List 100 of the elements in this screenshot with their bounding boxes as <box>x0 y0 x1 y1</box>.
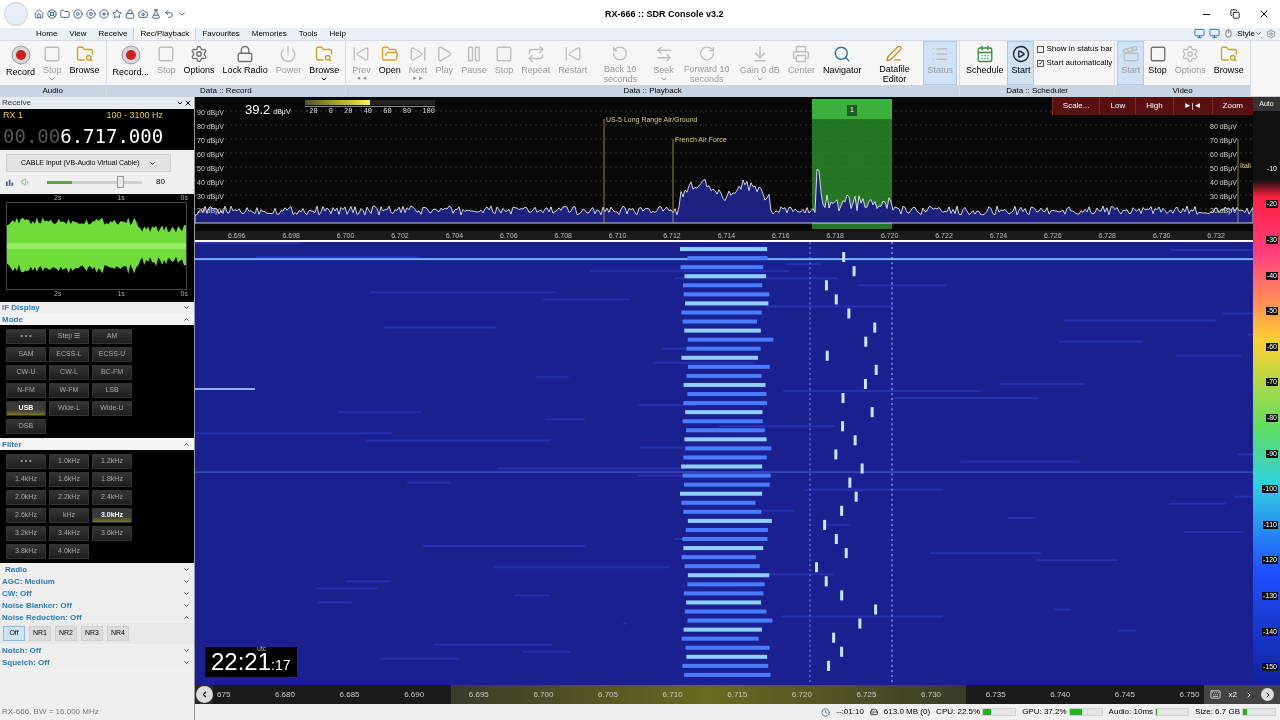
overview-scale[interactable]: 675 6.680 6.685 6.690 6.695 6.700 6.705 6.710 6.715 6.720 6.725 6.730 6.735 6.740 6.745 6.750 <box>213 685 1204 704</box>
menu-tab[interactable]: Help <box>323 27 352 40</box>
play-circle-icon[interactable] <box>73 9 83 19</box>
home-icon[interactable] <box>34 9 44 19</box>
seek-arrows-icon <box>654 45 673 63</box>
section-header[interactable]: Filter <box>0 439 194 450</box>
keyboard-icon[interactable] <box>1209 689 1221 700</box>
ribbon-button[interactable]: Start <box>1007 41 1035 85</box>
forward-icon <box>697 45 716 62</box>
clock-icon <box>821 707 831 717</box>
restart-icon <box>563 45 582 63</box>
frequency-prefix: 00.00 <box>3 123 61 149</box>
section-header[interactable]: Mode <box>0 314 194 325</box>
menu-tab[interactable]: Receive <box>92 27 134 40</box>
menu-tab[interactable]: Favourites <box>196 27 246 40</box>
flask-icon[interactable] <box>151 9 161 19</box>
ribbon-button[interactable]: Navigator <box>818 41 866 85</box>
style-menu[interactable]: Style <box>1237 27 1262 40</box>
close-icon[interactable] <box>1258 8 1270 20</box>
calendar-icon <box>975 45 994 63</box>
status-meter-label: Size: 6.7 GB <box>1195 706 1240 718</box>
plus-circle-icon[interactable] <box>99 9 109 19</box>
caret-icon <box>48 75 57 83</box>
close-icon[interactable] <box>184 99 192 107</box>
menu-tab[interactable]: Home <box>30 27 64 40</box>
status-time: --:01:10 <box>836 706 864 718</box>
drive-icon <box>869 708 878 716</box>
rewind-icon <box>611 45 630 62</box>
caret-icon[interactable] <box>176 99 184 107</box>
chevron-icon <box>183 441 190 448</box>
ribbon-button[interactable]: Stop <box>1144 41 1171 85</box>
chevron-icon <box>200 690 209 699</box>
undo-icon[interactable] <box>164 9 174 19</box>
caret-icon <box>320 75 329 83</box>
record-icon <box>120 45 141 65</box>
panel-header: Receive <box>0 97 194 109</box>
mouse-icon[interactable] <box>1224 29 1234 38</box>
lock-icon <box>236 45 255 63</box>
speaker-record-icon <box>10 45 31 65</box>
pause-icon <box>465 45 483 63</box>
ribbon-button[interactable]: Record... <box>108 41 154 85</box>
scroll-right-button[interactable] <box>1261 688 1274 701</box>
ribbon-group-label: Data :: Scheduler <box>959 85 1115 97</box>
ribbon-group-label: Data :: Playback <box>346 85 959 97</box>
menu-tab[interactable]: View <box>63 27 93 40</box>
ribbon-button[interactable]: Options <box>179 41 219 85</box>
restore-icon[interactable] <box>1230 9 1240 19</box>
list-icon <box>931 45 950 63</box>
play-circle-icon <box>1011 45 1030 63</box>
ribbon-button[interactable]: Lock Radio <box>218 41 272 85</box>
checkbox-option[interactable]: Start automatically <box>1037 57 1113 69</box>
checkbox[interactable] <box>1037 45 1045 53</box>
bars-icon[interactable] <box>6 177 15 187</box>
repeat-icon <box>526 45 545 63</box>
lifebuoy-icon[interactable] <box>47 9 57 19</box>
stop-icon <box>157 45 176 63</box>
caret-icon[interactable] <box>1245 690 1253 699</box>
checkbox-option[interactable]: Show in status bar <box>1037 43 1113 55</box>
signal-reading: 39.2 <box>245 101 271 119</box>
window-title: RX-666 :: SDR Console v3.2 <box>605 8 724 21</box>
ribbon-button[interactable]: Record <box>2 41 39 85</box>
volume-slider[interactable] <box>47 176 142 188</box>
folder-search-icon <box>315 45 334 63</box>
stop-circle-icon[interactable] <box>86 9 96 19</box>
spectrum-button[interactable]: Low <box>1099 97 1136 115</box>
power-icon <box>279 45 298 63</box>
caret-icon <box>149 159 156 167</box>
folder-icon[interactable] <box>60 9 70 19</box>
ribbon-button[interactable]: Browse <box>1209 41 1248 85</box>
skip-forward-icon <box>408 45 427 63</box>
camera-icon[interactable] <box>138 9 148 19</box>
play-icon <box>435 45 454 63</box>
frequency-value: 6.717.000 <box>60 123 164 149</box>
zoom-level[interactable]: x2 <box>1228 688 1237 701</box>
ribbon-button[interactable]: Open <box>374 41 405 85</box>
caret-icon <box>659 75 668 83</box>
spectrum-button[interactable]: ►|◄ <box>1172 97 1212 115</box>
menu-tab[interactable]: Memories <box>245 27 293 40</box>
bandwidth-label: 100 - 3100 Hz <box>106 109 163 122</box>
pencil-icon <box>885 45 904 62</box>
folder-icon <box>380 45 399 63</box>
status-meter-label: GPU: 37.2% <box>1022 706 1067 718</box>
menu-tab[interactable]: Tools <box>292 27 324 40</box>
scroll-left-button[interactable] <box>196 686 213 703</box>
ribbon-button[interactable]: Browse <box>305 41 344 85</box>
stop-icon <box>495 45 513 63</box>
checkbox[interactable] <box>1037 59 1045 67</box>
spectrum-button[interactable]: High <box>1135 97 1173 115</box>
search-icon <box>833 45 852 63</box>
ribbon-button[interactable]: Datafile Editor <box>865 41 924 85</box>
slider-thumb[interactable] <box>117 176 125 188</box>
spectrum-button[interactable]: Scale... <box>1051 97 1100 115</box>
monitor-icon[interactable] <box>1209 28 1221 39</box>
monitor-icon[interactable] <box>1194 28 1206 39</box>
gear-icon <box>1181 45 1200 63</box>
lock-icon[interactable] <box>125 9 135 19</box>
ribbon-button[interactable]: Schedule <box>961 41 1008 85</box>
star-icon[interactable] <box>112 9 122 19</box>
spectrum-button[interactable]: Zoom <box>1211 97 1253 115</box>
ribbon-button[interactable]: Browse <box>65 41 104 85</box>
